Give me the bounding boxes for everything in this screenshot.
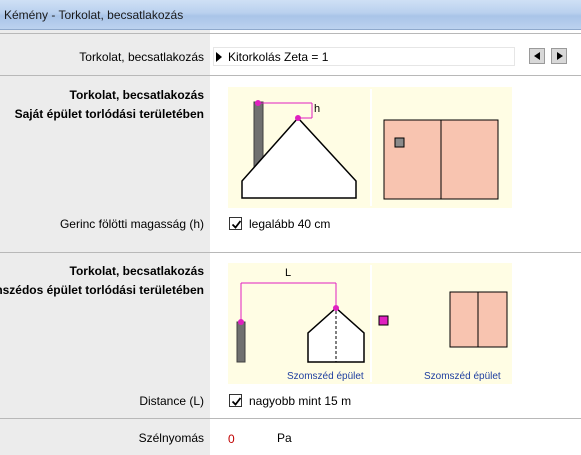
neighbor-building-diagram-svg: L Szomszéd épület Szomszéd épület <box>236 265 508 382</box>
divider <box>0 33 581 34</box>
neighbor-caption-left: Szomszéd épület <box>287 371 364 382</box>
gerinc-checkbox[interactable] <box>229 217 242 230</box>
prev-button[interactable] <box>529 48 545 64</box>
chimney-plan-marker <box>394 137 405 148</box>
chimney-top-marker <box>255 100 261 106</box>
neighbor-ridge-marker <box>333 305 339 311</box>
checkmark-icon <box>231 220 242 229</box>
divider <box>0 418 581 419</box>
distance-checkbox-label[interactable]: nagyobb mint 15 m <box>249 394 351 408</box>
section2-title-line1: Torkolat, becsatlakozás <box>69 264 205 278</box>
distance-label: Distance (L) <box>139 394 204 408</box>
section1-title-line2: Saját épület torlódási területében <box>14 107 204 121</box>
chimney-shape <box>253 101 264 168</box>
szelnyomas-label: Szélnyomás <box>138 431 204 445</box>
window-titlebar: Kémény - Torkolat, becsatlakozás <box>0 0 581 30</box>
checkmark-icon <box>231 397 242 406</box>
torkolat-label: Torkolat, becsatlakozás <box>79 50 204 64</box>
L-label: L <box>285 267 291 279</box>
chimney-plan-marker <box>378 315 389 326</box>
dropdown-arrow-icon <box>216 52 222 62</box>
divider <box>0 252 581 253</box>
divider <box>0 75 581 76</box>
gerinc-label: Gerinc fölötti magasság (h) <box>59 217 204 231</box>
window-title: Kémény - Torkolat, becsatlakozás <box>4 8 184 22</box>
chimney-shape <box>236 321 246 363</box>
gerinc-checkbox-label[interactable]: legalább 40 cm <box>249 217 330 231</box>
own-building-diagram: h <box>228 87 512 208</box>
torkolat-select[interactable]: Kitorkolás Zeta = 1 <box>213 47 515 66</box>
arrow-right-icon <box>557 52 563 60</box>
arrow-left-icon <box>534 52 540 60</box>
ridge-marker <box>295 115 301 121</box>
szelnyomas-value[interactable]: 0 <box>228 432 235 446</box>
h-label: h <box>314 103 320 115</box>
neighbor-caption-right: Szomszéd épület <box>424 371 501 382</box>
distance-checkbox[interactable] <box>229 394 242 407</box>
szelnyomas-unit: Pa <box>277 431 292 445</box>
neighbor-building-diagram: L Szomszéd épület Szomszéd épület <box>228 263 512 384</box>
section1-title-line1: Torkolat, becsatlakozás <box>69 88 205 102</box>
torkolat-selected-value: Kitorkolás Zeta = 1 <box>228 50 329 64</box>
own-building-diagram-svg: h <box>241 89 499 206</box>
next-button[interactable] <box>551 48 567 64</box>
section2-title-line2: szomszédos épület torlódási területében <box>0 283 204 297</box>
